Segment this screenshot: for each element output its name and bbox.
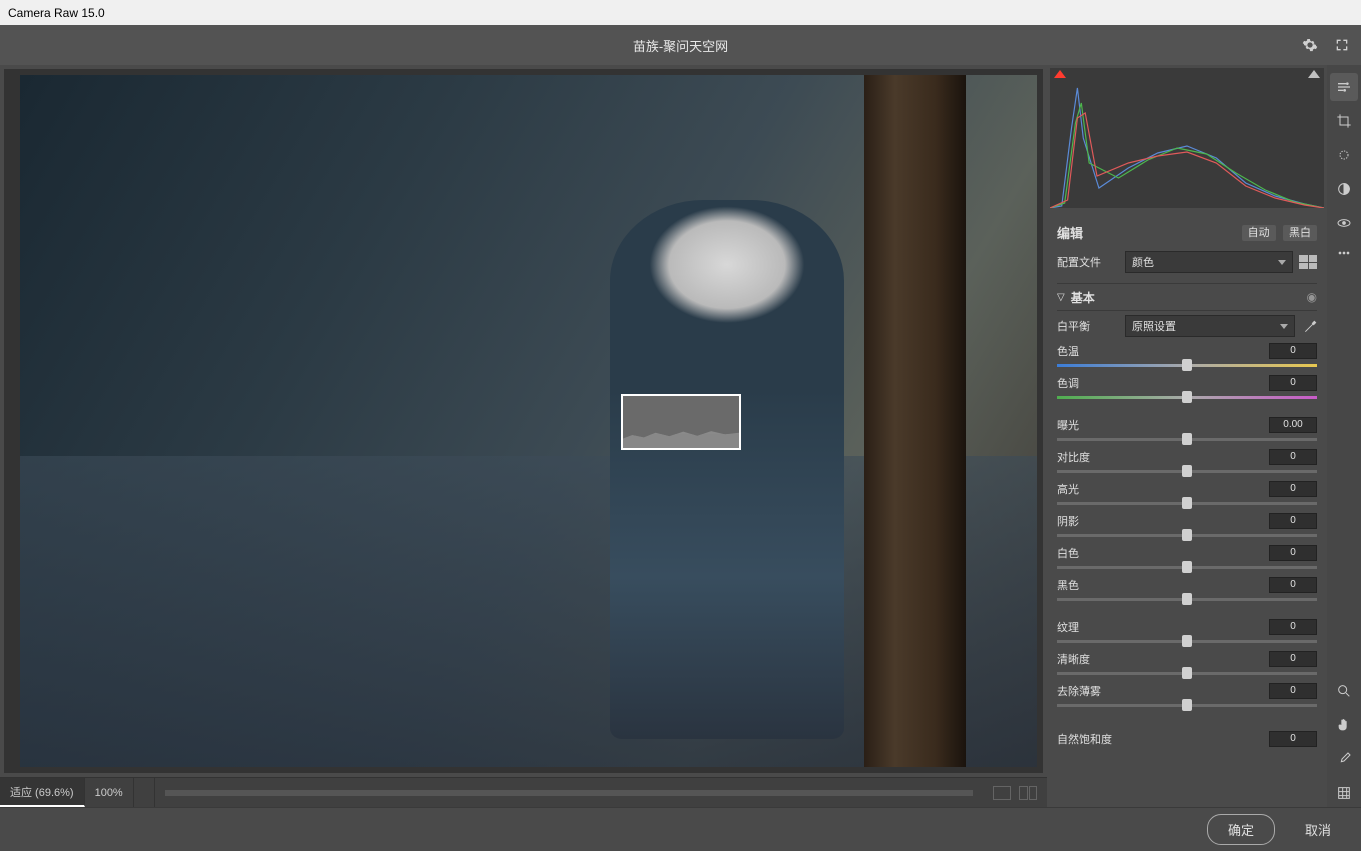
shadows-value[interactable]: 0: [1269, 513, 1317, 529]
highlights-value[interactable]: 0: [1269, 481, 1317, 497]
slider-vibrance: 自然饱和度0: [1057, 723, 1317, 755]
zoom-bar: 适应 (69.6%) 100%: [0, 777, 1047, 807]
mask-icon[interactable]: [1330, 175, 1358, 203]
shadow-clip-warning-icon[interactable]: [1054, 70, 1066, 78]
highlights-slider[interactable]: [1057, 497, 1317, 509]
zoom-dropdown[interactable]: [134, 778, 155, 807]
redeye-icon[interactable]: [1330, 209, 1358, 237]
clarity-value[interactable]: 0: [1269, 651, 1317, 667]
slider-temperature: 色温0: [1057, 341, 1317, 373]
slider-blacks: 黑色0: [1057, 575, 1317, 607]
zoom-tool-icon[interactable]: [1330, 677, 1358, 705]
whites-value[interactable]: 0: [1269, 545, 1317, 561]
contrast-value[interactable]: 0: [1269, 449, 1317, 465]
slider-whites: 白色0: [1057, 543, 1317, 575]
file-title: 苗族-聚问天空网: [633, 36, 728, 55]
app-title: Camera Raw 15.0: [8, 6, 105, 20]
settings-gear-icon[interactable]: [1301, 36, 1319, 54]
basic-section-header[interactable]: ▽ 基本 ◉: [1057, 283, 1317, 311]
whites-slider[interactable]: [1057, 561, 1317, 573]
dehaze-value[interactable]: 0: [1269, 683, 1317, 699]
bw-button[interactable]: 黑白: [1283, 225, 1317, 241]
image-preview[interactable]: [4, 69, 1043, 773]
slider-texture: 纹理0: [1057, 617, 1317, 649]
edit-header: 编辑: [1057, 223, 1083, 242]
tint-value[interactable]: 0: [1269, 375, 1317, 391]
presets-icon[interactable]: [1330, 243, 1358, 271]
fullscreen-icon[interactable]: [1333, 36, 1351, 54]
edit-sliders-icon[interactable]: [1330, 73, 1358, 101]
clarity-slider[interactable]: [1057, 667, 1317, 679]
photo-pillar: [864, 75, 966, 767]
basic-title: 基本: [1071, 289, 1307, 306]
slider-contrast: 对比度0: [1057, 447, 1317, 479]
photo-content: [20, 75, 1037, 767]
wb-label: 白平衡: [1057, 318, 1125, 334]
visibility-eye-icon[interactable]: ◉: [1307, 290, 1317, 304]
slider-highlights: 高光0: [1057, 479, 1317, 511]
shadows-slider[interactable]: [1057, 529, 1317, 541]
slider-exposure: 曝光0.00: [1057, 415, 1317, 447]
texture-slider[interactable]: [1057, 635, 1317, 647]
view-compare-icon[interactable]: [1019, 786, 1037, 800]
photo-figure: [610, 200, 844, 740]
wb-select[interactable]: 原照设置: [1125, 315, 1295, 337]
edit-panel: 编辑 自动 黑白 配置文件 颜色 ▽ 基本 ◉ 白平衡 原照: [1047, 65, 1327, 807]
contrast-slider[interactable]: [1057, 465, 1317, 477]
auto-button[interactable]: 自动: [1242, 225, 1276, 241]
blacks-value[interactable]: 0: [1269, 577, 1317, 593]
temperature-value[interactable]: 0: [1269, 343, 1317, 359]
highlight-clip-warning-icon[interactable]: [1308, 70, 1320, 78]
chevron-down-icon: ▽: [1057, 292, 1065, 303]
document-header: 苗族-聚问天空网: [0, 25, 1361, 65]
temperature-slider[interactable]: [1057, 359, 1317, 371]
profile-select[interactable]: 颜色: [1125, 251, 1293, 273]
slider-clarity: 清晰度0: [1057, 649, 1317, 681]
tint-slider[interactable]: [1057, 391, 1317, 403]
blacks-slider[interactable]: [1057, 593, 1317, 605]
heal-icon[interactable]: [1330, 141, 1358, 169]
texture-value[interactable]: 0: [1269, 619, 1317, 635]
ok-button[interactable]: 确定: [1207, 814, 1275, 845]
eyedropper-icon[interactable]: [1301, 318, 1317, 334]
exposure-slider[interactable]: [1057, 433, 1317, 445]
vibrance-value[interactable]: 0: [1269, 731, 1317, 747]
filmstrip-track[interactable]: [165, 790, 973, 796]
view-single-icon[interactable]: [993, 786, 1011, 800]
dehaze-slider[interactable]: [1057, 699, 1317, 711]
sampler-icon[interactable]: [1330, 745, 1358, 773]
slider-tint: 色调0: [1057, 373, 1317, 405]
hand-tool-icon[interactable]: [1330, 711, 1358, 739]
zoom-fit-button[interactable]: 适应 (69.6%): [0, 778, 85, 807]
profile-browser-icon[interactable]: [1299, 255, 1317, 269]
histogram[interactable]: [1050, 68, 1324, 208]
window-titlebar: Camera Raw 15.0: [0, 0, 1361, 25]
cancel-button[interactable]: 取消: [1305, 820, 1331, 839]
profile-label: 配置文件: [1057, 254, 1125, 270]
crop-icon[interactable]: [1330, 107, 1358, 135]
grid-toggle-icon[interactable]: [1330, 779, 1358, 807]
right-toolstrip: [1327, 65, 1361, 807]
zoom-100-button[interactable]: 100%: [85, 778, 134, 807]
exposure-value[interactable]: 0.00: [1269, 417, 1317, 433]
dialog-footer: 确定 取消: [0, 807, 1361, 851]
preview-histogram-overlay[interactable]: [621, 394, 741, 450]
slider-shadows: 阴影0: [1057, 511, 1317, 543]
slider-dehaze: 去除薄雾0: [1057, 681, 1317, 713]
